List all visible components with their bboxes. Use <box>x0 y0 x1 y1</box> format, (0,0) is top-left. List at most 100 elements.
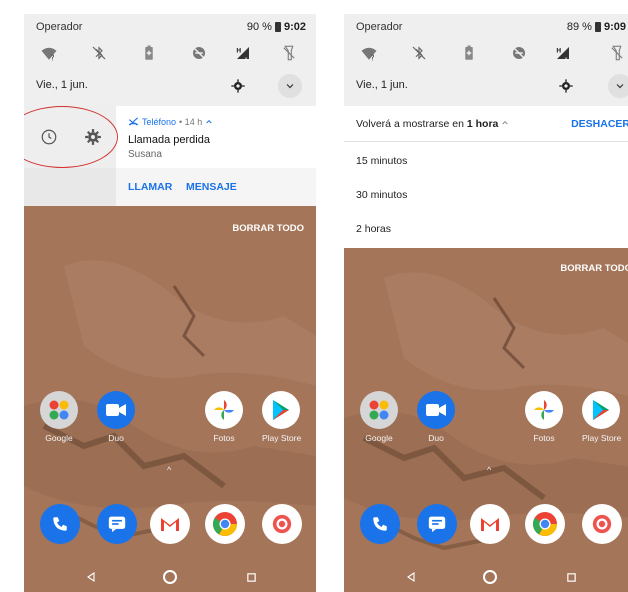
dock-camera[interactable] <box>582 504 622 544</box>
app-play-store[interactable]: Play Store <box>582 391 622 443</box>
status-bar: Operador 90 % 9:02 <box>24 14 316 40</box>
missed-call-icon <box>128 117 139 126</box>
flashlight-off-icon[interactable] <box>278 42 300 64</box>
dock-camera[interactable] <box>262 504 302 544</box>
battery-level: 89 % <box>566 21 592 33</box>
expand-quick-settings-button[interactable] <box>608 74 628 98</box>
date-label: Vie., 1 jun. <box>36 79 88 91</box>
clear-all-button[interactable]: BORRAR TODO <box>560 263 628 274</box>
app-label: Fotos <box>533 433 555 443</box>
photos-icon <box>525 391 563 429</box>
settings-gear-icon[interactable] <box>558 78 574 94</box>
notification-subtitle: Susana <box>128 149 162 160</box>
call-back-button[interactable]: LLAMAR <box>128 181 172 193</box>
snooze-option-2-hours[interactable]: 2 horas <box>356 223 391 235</box>
snooze-option-30-min[interactable]: 30 minutos <box>356 189 407 201</box>
expand-quick-settings-button[interactable] <box>278 74 302 98</box>
camera-icon <box>582 504 622 544</box>
home-icon[interactable] <box>481 568 499 586</box>
app-label: Play Store <box>262 433 302 443</box>
quick-settings-panel: Operador 89 % 9:09 ? Hx Vie., 1 jun. <box>344 14 628 106</box>
flashlight-off-icon[interactable] <box>606 42 628 64</box>
phone-icon <box>360 504 400 544</box>
send-message-button[interactable]: MENSAJE <box>186 181 237 193</box>
photos-icon <box>205 391 243 429</box>
mobile-data-icon[interactable]: Hx <box>232 42 254 64</box>
notification-actions: LLAMAR MENSAJE <box>116 168 316 206</box>
chevron-down-icon <box>286 84 294 89</box>
dock-chrome[interactable] <box>205 504 245 544</box>
dock-chrome[interactable] <box>525 504 565 544</box>
carrier-name: Operador <box>36 21 83 33</box>
app-label: Play Store <box>582 433 622 443</box>
app-label: Google <box>45 433 73 443</box>
phone-screen-right: Operador 89 % 9:09 ? Hx Vie., 1 jun. Vol… <box>344 14 628 592</box>
dock-gmail[interactable] <box>470 504 510 544</box>
chrome-icon <box>205 504 245 544</box>
app-google[interactable]: Google <box>40 391 78 443</box>
phone-icon <box>40 504 80 544</box>
dock-gmail[interactable] <box>150 504 190 544</box>
quick-settings-tiles: ? Hx <box>344 42 628 64</box>
svg-text:H: H <box>556 47 561 54</box>
app-photos[interactable]: Fotos <box>205 391 243 443</box>
svg-text:H: H <box>236 47 241 54</box>
chrome-icon <box>525 504 565 544</box>
app-drawer-caret-icon[interactable]: ^ <box>487 465 491 475</box>
snooze-message[interactable]: Volverá a mostrarse en 1 hora <box>356 118 509 130</box>
chevron-up-icon[interactable] <box>501 119 509 127</box>
back-icon[interactable] <box>402 568 420 586</box>
wifi-icon[interactable]: ? <box>358 42 380 64</box>
quick-settings-tiles: ? Hx <box>24 42 316 64</box>
svg-text:x: x <box>245 57 248 63</box>
recents-icon[interactable] <box>562 568 580 586</box>
svg-text:?: ? <box>51 54 55 63</box>
app-label: Duo <box>108 433 124 443</box>
bluetooth-off-icon[interactable] <box>88 42 110 64</box>
app-duo[interactable]: Duo <box>417 391 455 443</box>
status-bar: Operador 89 % 9:09 <box>344 14 628 40</box>
carrier-name: Operador <box>356 21 403 33</box>
undo-button[interactable]: DESHACER <box>571 118 628 130</box>
back-icon[interactable] <box>82 568 100 586</box>
gmail-icon <box>470 504 510 544</box>
messages-icon <box>97 504 137 544</box>
snooze-panel: Volverá a mostrarse en 1 hora DESHACER 1… <box>344 106 628 248</box>
navigation-bar <box>344 562 628 592</box>
battery-level: 90 % <box>246 21 272 33</box>
play-store-icon <box>262 391 300 429</box>
gmail-icon <box>150 504 190 544</box>
settings-gear-icon[interactable] <box>230 78 246 94</box>
notification-title: Llamada perdida <box>128 134 210 146</box>
wifi-icon[interactable]: ? <box>38 42 60 64</box>
do-not-disturb-off-icon[interactable] <box>188 42 210 64</box>
bluetooth-off-icon[interactable] <box>408 42 430 64</box>
app-play-store[interactable]: Play Store <box>262 391 302 443</box>
dock-phone[interactable] <box>40 504 80 544</box>
home-icon[interactable] <box>161 568 179 586</box>
battery-icon <box>594 22 601 32</box>
google-folder-icon <box>40 391 78 429</box>
app-duo[interactable]: Duo <box>97 391 135 443</box>
app-drawer-caret-icon[interactable]: ^ <box>167 465 171 475</box>
snooze-header: Volverá a mostrarse en 1 hora DESHACER <box>344 106 628 142</box>
battery-saver-icon[interactable] <box>458 42 480 64</box>
google-folder-icon <box>360 391 398 429</box>
recents-icon[interactable] <box>242 568 260 586</box>
svg-text:x: x <box>565 57 568 63</box>
mobile-data-icon[interactable]: Hx <box>552 42 574 64</box>
play-store-icon <box>582 391 620 429</box>
clear-all-button[interactable]: BORRAR TODO <box>232 223 304 234</box>
app-label: Google <box>365 433 393 443</box>
phone-screen-left: Operador 90 % 9:02 ? Hx Vie., 1 jun. Tel… <box>24 14 316 592</box>
dock-phone[interactable] <box>360 504 400 544</box>
chevron-up-icon[interactable] <box>205 118 213 126</box>
dock-messages[interactable] <box>97 504 137 544</box>
battery-saver-icon[interactable] <box>138 42 160 64</box>
do-not-disturb-off-icon[interactable] <box>508 42 530 64</box>
app-photos[interactable]: Fotos <box>525 391 563 443</box>
navigation-bar <box>24 562 316 592</box>
app-google[interactable]: Google <box>360 391 398 443</box>
dock-messages[interactable] <box>417 504 457 544</box>
snooze-option-15-min[interactable]: 15 minutos <box>356 155 407 167</box>
